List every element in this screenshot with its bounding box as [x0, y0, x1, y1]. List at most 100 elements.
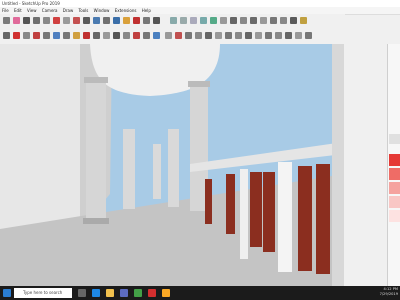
- clock-date: 7/29/2019: [379, 292, 398, 296]
- arc-icon[interactable]: [33, 17, 40, 24]
- edge-icon[interactable]: [92, 289, 100, 297]
- xray-icon[interactable]: [170, 17, 177, 24]
- toolbar-main: [0, 14, 345, 27]
- textured-icon[interactable]: [210, 17, 217, 24]
- text-icon[interactable]: [113, 17, 120, 24]
- materials-icon[interactable]: [143, 32, 150, 39]
- warehouse-icon[interactable]: [290, 17, 297, 24]
- swatch-blush[interactable]: [389, 210, 400, 222]
- model-viewport[interactable]: [0, 44, 344, 286]
- select-icon[interactable]: [3, 17, 10, 24]
- menu-edit[interactable]: Edit: [14, 8, 22, 13]
- axes-icon[interactable]: [225, 32, 232, 39]
- pushpull-icon[interactable]: [53, 17, 60, 24]
- scenes-icon[interactable]: [93, 32, 100, 39]
- baluster-5: [298, 166, 312, 271]
- dimension-icon[interactable]: [215, 32, 222, 39]
- menu-extensions[interactable]: Extensions: [115, 8, 137, 13]
- chrome-icon[interactable]: [134, 289, 142, 297]
- camera-icon[interactable]: [165, 32, 172, 39]
- offset-icon[interactable]: [93, 17, 100, 24]
- solid-tools-icon[interactable]: [265, 32, 272, 39]
- follow-me-icon[interactable]: [245, 32, 252, 39]
- tape-icon[interactable]: [103, 17, 110, 24]
- swatch-light-red[interactable]: [389, 168, 400, 180]
- shaded-icon[interactable]: [200, 17, 207, 24]
- right-column: [332, 44, 344, 286]
- left-icon[interactable]: [280, 17, 287, 24]
- redo-icon[interactable]: [43, 32, 50, 39]
- scale-icon[interactable]: [83, 17, 90, 24]
- shadows-icon[interactable]: [103, 32, 110, 39]
- explorer-icon[interactable]: [106, 289, 114, 297]
- components-icon[interactable]: [133, 32, 140, 39]
- start-icon[interactable]: [3, 289, 11, 297]
- print-icon[interactable]: [53, 32, 60, 39]
- front-icon[interactable]: [250, 17, 257, 24]
- match-photo-icon[interactable]: [123, 32, 130, 39]
- right-icon[interactable]: [260, 17, 267, 24]
- paint-icon[interactable]: [123, 17, 130, 24]
- search-box[interactable]: Type here to search: [14, 288, 72, 298]
- outliner-icon[interactable]: [153, 32, 160, 39]
- undo-icon[interactable]: [33, 32, 40, 39]
- save-icon[interactable]: [23, 32, 30, 39]
- sandbox-icon[interactable]: [275, 32, 282, 39]
- menu-file[interactable]: File: [2, 8, 9, 13]
- section-icon[interactable]: [300, 17, 307, 24]
- menu-tools[interactable]: Tools: [79, 8, 89, 13]
- store-icon[interactable]: [120, 289, 128, 297]
- column-1: [86, 82, 106, 222]
- walk-icon[interactable]: [175, 32, 182, 39]
- look-around-icon[interactable]: [185, 32, 192, 39]
- menu-window[interactable]: Window: [94, 8, 110, 13]
- baluster-4: [263, 172, 275, 252]
- home-icon[interactable]: [285, 32, 292, 39]
- menu-view[interactable]: View: [27, 8, 37, 13]
- rectangle-icon[interactable]: [43, 17, 50, 24]
- swatch-pink[interactable]: [389, 182, 400, 194]
- rotate-icon[interactable]: [73, 17, 80, 24]
- style-icon[interactable]: [73, 32, 80, 39]
- monochrome-icon[interactable]: [220, 17, 227, 24]
- menu-help[interactable]: Help: [142, 8, 151, 13]
- sketchup-icon[interactable]: [148, 289, 156, 297]
- send-to-layout-icon[interactable]: [305, 32, 312, 39]
- menu-camera[interactable]: Camera: [42, 8, 58, 13]
- pan-icon[interactable]: [143, 17, 150, 24]
- top-icon[interactable]: [240, 17, 247, 24]
- menu-draw[interactable]: Draw: [63, 8, 73, 13]
- move-icon[interactable]: [63, 17, 70, 24]
- files-icon[interactable]: [162, 289, 170, 297]
- hidden-line-icon[interactable]: [190, 17, 197, 24]
- intersect-icon[interactable]: [255, 32, 262, 39]
- pier-1: [240, 169, 248, 259]
- eraser-icon[interactable]: [13, 17, 20, 24]
- extension-warehouse-icon[interactable]: [295, 32, 302, 39]
- protractor-icon[interactable]: [205, 32, 212, 39]
- material-swatches: [389, 134, 400, 222]
- swatch-red[interactable]: [389, 154, 400, 166]
- orbit-icon[interactable]: [133, 17, 140, 24]
- iso-icon[interactable]: [230, 17, 237, 24]
- model-info-icon[interactable]: [63, 32, 70, 39]
- layers-icon[interactable]: [83, 32, 90, 39]
- three-d-text-icon[interactable]: [235, 32, 242, 39]
- line-icon[interactable]: [23, 17, 30, 24]
- fog-icon[interactable]: [113, 32, 120, 39]
- open-icon[interactable]: [13, 32, 20, 39]
- pier-2: [278, 162, 292, 272]
- title-bar: Untitled - SketchUp Pro 2019: [0, 0, 400, 7]
- position-camera-icon[interactable]: [195, 32, 202, 39]
- zoom-icon[interactable]: [153, 17, 160, 24]
- column-3: [123, 129, 135, 209]
- new-icon[interactable]: [3, 32, 10, 39]
- wireframe-icon[interactable]: [180, 17, 187, 24]
- column-4: [168, 129, 179, 207]
- task-view-icon[interactable]: [78, 289, 86, 297]
- swatch-pale-pink[interactable]: [389, 196, 400, 208]
- clock[interactable]: 4:12 PM 7/29/2019: [380, 287, 398, 297]
- column-5: [153, 144, 161, 199]
- back-icon[interactable]: [270, 17, 277, 24]
- default-tray[interactable]: [387, 44, 400, 286]
